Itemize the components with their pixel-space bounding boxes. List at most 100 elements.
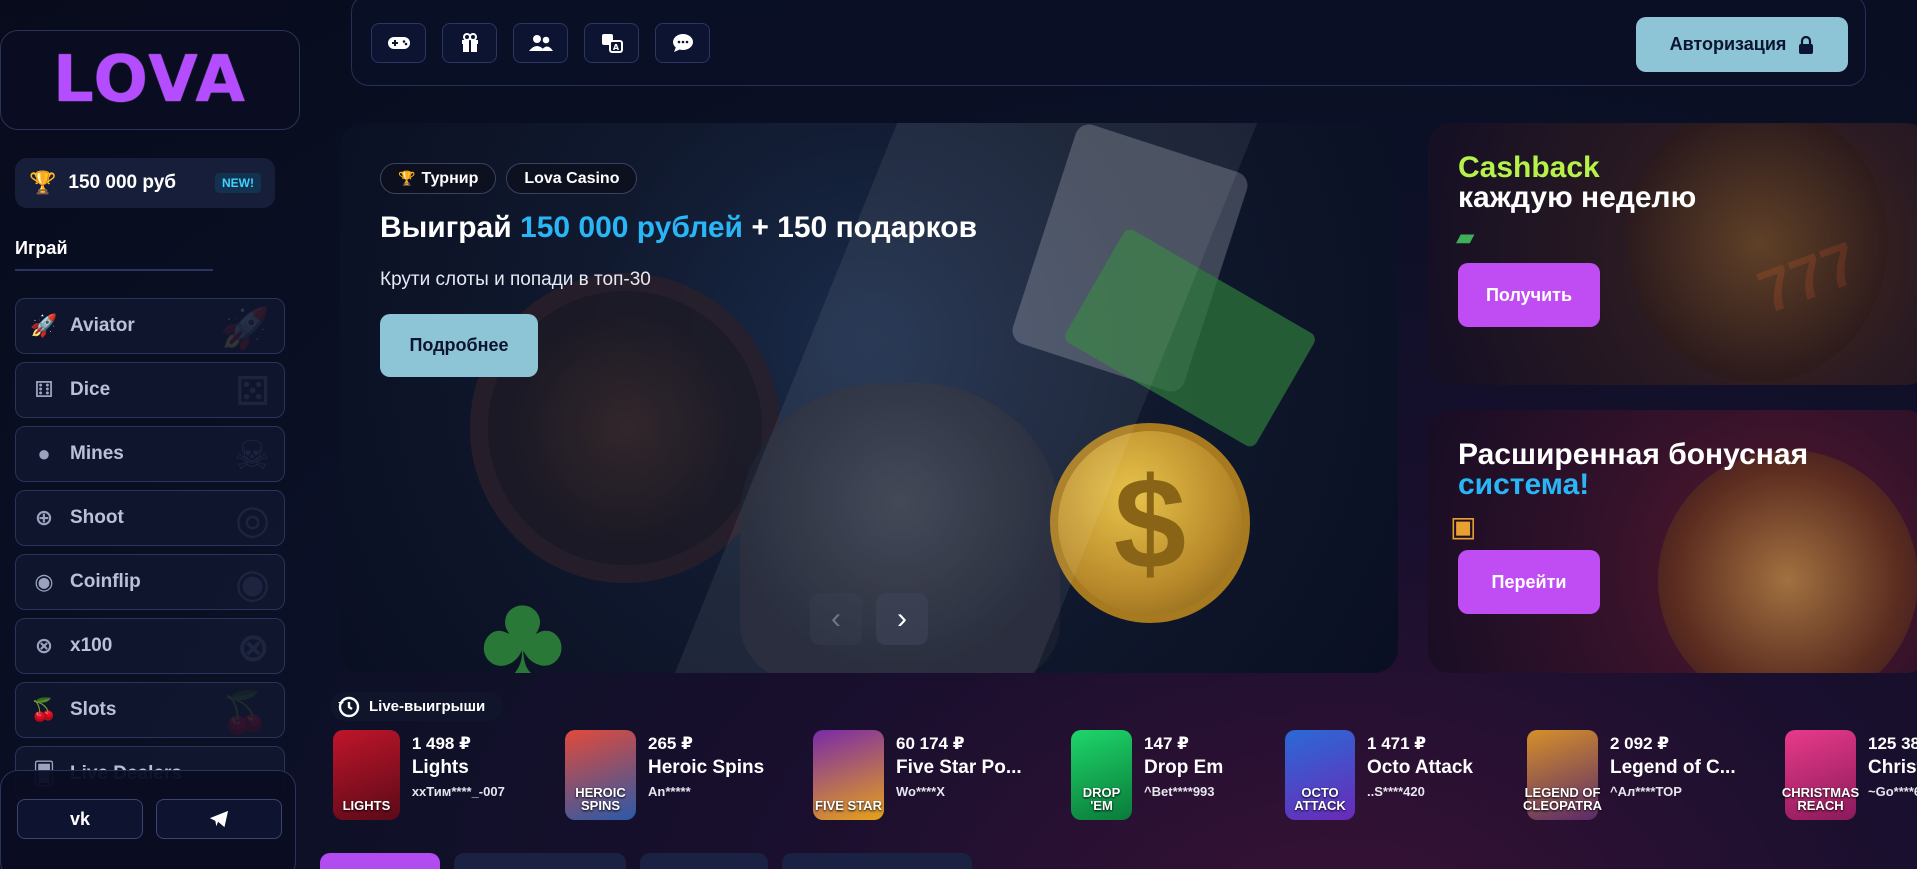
coin-icon: ◉ [34, 569, 54, 594]
gift-icon[interactable] [442, 23, 497, 63]
game-thumbnail[interactable]: DROP 'EM [1071, 730, 1133, 820]
win-user: Wo****X [896, 784, 945, 799]
tab-active[interactable] [320, 853, 440, 869]
win-game-name: Octo Attack [1367, 757, 1473, 778]
win-user: ^Bet****993 [1144, 784, 1215, 799]
money-icon: ▰ [1456, 224, 1475, 251]
promo-title-line2: система! [1458, 468, 1590, 501]
win-amount: 147 ₽ [1144, 734, 1189, 753]
prize-amount: 150 000 руб [68, 172, 177, 193]
sidebar-item-shoot[interactable]: ⊕ Shoot ◎ [15, 490, 285, 546]
win-amount: 1 471 ₽ [1367, 734, 1427, 753]
prize-banner[interactable]: 🏆 150 000 руб NEW! [15, 158, 275, 208]
svg-text:A: A [612, 43, 619, 52]
win-info: 60 174 ₽ Five Star Po... Wo****X [896, 730, 1046, 799]
rocket-icon: 🚀 [220, 307, 270, 351]
divider [15, 269, 213, 271]
chevron-left-icon: ‹ [831, 602, 841, 635]
hero-title-suffix: + 150 подарков [742, 211, 978, 244]
lifebuoy-icon: ⊗ [34, 633, 54, 658]
chat-icon[interactable] [655, 23, 710, 63]
win-info: 2 092 ₽ Legend of C... ^Ал****TOP [1610, 730, 1760, 799]
details-button[interactable]: Подробнее [380, 314, 538, 377]
live-wins-title: Live-выигрыши [369, 698, 486, 715]
sidebar-item-label: Slots [70, 699, 117, 720]
social-panel: vk [0, 770, 296, 869]
sidebar-item-label: Aviator [70, 315, 135, 336]
game-thumbnail[interactable]: LIGHTS [333, 730, 400, 820]
vk-icon: vk [69, 808, 91, 829]
game-thumbnail[interactable]: OCTO ATTACK [1285, 730, 1356, 820]
game-thumbnail[interactable]: FIVE STAR [813, 730, 884, 820]
sidebar-item-label: Coinflip [70, 571, 141, 592]
game-thumbnail[interactable]: CHRISTMAS REACH [1782, 730, 1859, 820]
login-button[interactable]: Авторизация [1636, 17, 1848, 72]
promo-bonus-system[interactable]: Расширенная бонусная система! ▣ Перейти [1428, 410, 1917, 673]
game-thumbnail[interactable]: HEROIC SPINS [565, 730, 636, 820]
translate-icon[interactable]: A [584, 23, 639, 63]
promo-title-line1: Cashback [1458, 151, 1600, 184]
tag-label: Турнир [421, 169, 479, 187]
users-icon[interactable] [513, 23, 568, 63]
new-badge: NEW! [215, 173, 261, 193]
win-info: 1 471 ₽ Octo Attack ..S****420 [1367, 730, 1515, 799]
live-wins-list: LIGHTS 1 498 ₽ Lights xxТим****_-007 HEROIC … [333, 730, 1917, 820]
win-amount: 125 383 ₽ [1868, 734, 1917, 753]
sidebar-item-aviator[interactable]: 🚀 Aviator 🚀 [15, 298, 285, 354]
gamepad-icon[interactable] [371, 23, 426, 63]
live-win-item[interactable]: OCTO ATTACK 1 471 ₽ Octo Attack ..S****420 [1285, 730, 1515, 820]
sidebar-item-mines[interactable]: ● Mines ☠ [15, 426, 285, 482]
hero-banner[interactable]: $ ♣ 🏆 Турнир Lova Casino Выиграй 150 000… [340, 123, 1398, 673]
vk-button[interactable]: vk [17, 799, 143, 839]
top-bar: A Авторизация [351, 0, 1866, 86]
logo[interactable]: LOVA [0, 30, 300, 130]
trophy-icon: 🏆 [29, 170, 57, 195]
category-tabs [320, 853, 972, 869]
cherry-icon: 🍒 [30, 697, 58, 722]
live-win-item[interactable]: HEROIC SPINS 265 ₽ Heroic Spins An***** [565, 730, 801, 820]
win-info: 147 ₽ Drop Em ^Bet****993 [1144, 730, 1273, 799]
target-icon: ◎ [235, 498, 270, 542]
win-game-name: Drop Em [1144, 757, 1224, 778]
live-win-item[interactable]: CHRISTMAS REACH 125 383 ₽ Christmas R... ~G… [1782, 730, 1917, 820]
win-game-name: Lights [411, 757, 469, 778]
game-thumbnail[interactable]: LEGEND OF CLEOPATRA [1523, 730, 1602, 820]
win-user: ~Go****666 [1868, 784, 1917, 799]
tab[interactable] [640, 853, 768, 869]
dice-icon: ⚅ [34, 377, 54, 402]
live-win-item[interactable]: FIVE STAR 60 174 ₽ Five Star Po... Wo****X [813, 730, 1059, 820]
live-win-item[interactable]: DROP 'EM 147 ₽ Drop Em ^Bet****993 [1071, 730, 1273, 820]
sidebar-item-dice[interactable]: ⚅ Dice ⚄ [15, 362, 285, 418]
trophy-icon: 🏆 [398, 170, 416, 186]
live-wins-header: Live-выигрыши [331, 692, 504, 721]
lifebuoy-icon: ⊗ [236, 626, 270, 670]
live-win-item[interactable]: LIGHTS 1 498 ₽ Lights xxТим****_-007 [333, 730, 553, 820]
win-user: ..S****420 [1367, 784, 1425, 799]
sidebar-item-coinflip[interactable]: ◉ Coinflip ◉ [15, 554, 285, 610]
carousel-next-button[interactable]: › [876, 593, 928, 645]
live-win-item[interactable]: LEGEND OF CLEOPATRA 2 092 ₽ Legend of C...… [1523, 730, 1773, 820]
telegram-button[interactable] [156, 799, 282, 839]
sidebar-item-label: Mines [70, 443, 124, 464]
go-bonus-button[interactable]: Перейти [1458, 550, 1600, 614]
coin-icon: ◉ [235, 562, 270, 606]
game-list: 🚀 Aviator 🚀 ⚅ Dice ⚄ ● Mines ☠ ⊕ Shoot ◎… [15, 298, 285, 810]
hero-title-highlight: 150 000 рублей [520, 211, 743, 244]
hero-subtitle: Крути слоты и попади в топ-30 [380, 269, 651, 290]
sidebar-item-x100[interactable]: ⊗ x100 ⊗ [15, 618, 285, 674]
tab[interactable] [454, 853, 626, 869]
carousel-prev-button[interactable]: ‹ [810, 593, 862, 645]
tag-casino: Lova Casino [506, 163, 638, 194]
sidebar-item-slots[interactable]: 🍒 Slots 🍒 [15, 682, 285, 738]
get-cashback-button[interactable]: Получить [1458, 263, 1600, 327]
tag-label: Lova Casino [524, 169, 620, 187]
sidebar: LOVA 🏆 150 000 руб NEW! Играй 🚀 Aviator … [0, 0, 300, 869]
logo-text: LOVA [53, 43, 247, 117]
win-game-name: Legend of C... [1610, 757, 1736, 778]
hero-tags: 🏆 Турнир Lova Casino [380, 163, 638, 194]
win-amount: 60 174 ₽ [896, 734, 965, 753]
promo-cashback[interactable]: 777 Cashback каждую неделю ▰ Получить [1428, 123, 1917, 385]
tab[interactable] [782, 853, 972, 869]
win-game-name: Christmas R... [1868, 757, 1917, 778]
rocket-icon: 🚀 [30, 313, 58, 338]
